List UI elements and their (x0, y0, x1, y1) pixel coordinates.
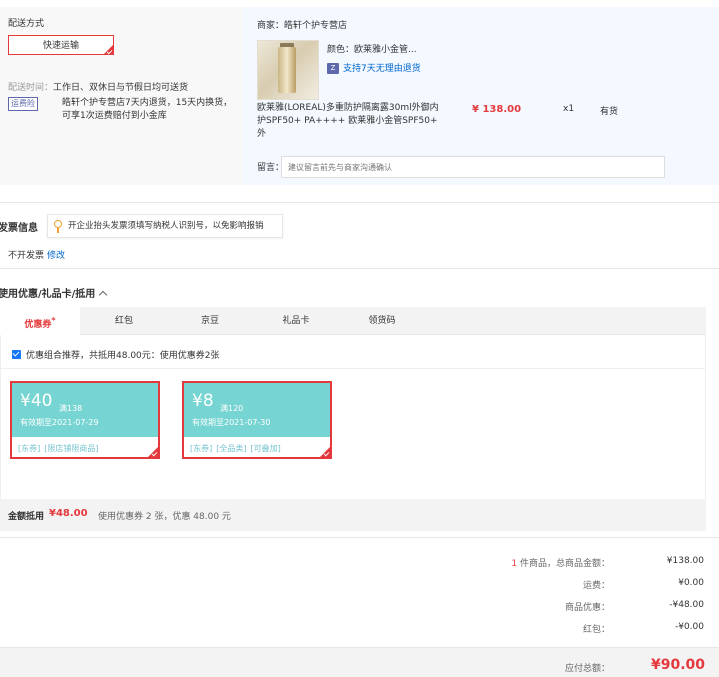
selected-check-icon (104, 45, 113, 54)
discount-amount: ¥48.00 (49, 508, 88, 519)
product-price: ¥ 138.00 (472, 104, 522, 115)
coupon-expiry: 有效期至2021-07-29 (20, 418, 99, 427)
product-discount-label: 商品优惠： (564, 603, 610, 613)
coupon-card[interactable]: ¥8 满120 有效期至2021-07-30 [东券] [全品类] [可叠加] (182, 381, 332, 459)
invoice-status: 不开发票 (8, 251, 45, 261)
selected-check-icon (148, 447, 158, 457)
coupon-card-header: ¥40 满138 有效期至2021-07-29 (12, 383, 158, 437)
freight-insurance-badge[interactable]: 运费险 (8, 97, 38, 111)
coupon-card[interactable]: ¥40 满138 有效期至2021-07-29 [东券] [限店铺限商品] (10, 381, 160, 459)
total-bar (0, 647, 719, 677)
coupon-amount: ¥8 (192, 391, 214, 411)
discount-description: 使用优惠券 2 张，优惠 48.00 元 (98, 512, 231, 522)
remark-label: 留言： (257, 163, 285, 173)
invoice-title: 发票信息 (0, 223, 38, 234)
coupon-amount: ¥40 (20, 391, 53, 411)
product-discount-value: -¥48.00 (669, 600, 704, 610)
tab-jingdou[interactable]: 京豆 (170, 307, 250, 335)
discount-label: 金额抵用 (8, 512, 45, 522)
coupon-condition: 满120 (220, 404, 244, 413)
invoice-tip-text: 开企业抬头发票须填写纳税人识别号，以免影响报销 (68, 221, 264, 231)
coupon-tag: [东券] (190, 444, 213, 453)
return-policy-text: 支持7天无理由退货 (343, 64, 421, 74)
divider (0, 368, 706, 369)
coupon-tag: [可叠加] (250, 444, 281, 453)
coupons-title: 使用优惠/礼品卡/抵用 (0, 289, 96, 300)
coupons-section-toggle[interactable]: 使用优惠/礼品卡/抵用 (0, 285, 108, 300)
express-shipping-option[interactable]: 快速运输 (8, 35, 114, 55)
coupon-tags: [东券] [限店铺限商品] (18, 443, 103, 454)
lightbulb-icon (54, 220, 62, 233)
express-shipping-label: 快速运输 (42, 41, 79, 51)
delivery-time-label: 配送时间： (8, 83, 54, 93)
product-stock: 有货 (600, 107, 619, 117)
tab-coupons[interactable]: 优惠券* (0, 307, 80, 335)
combo-recommend[interactable]: 优惠组合推荐，共抵用48.00元：使用优惠券2张 (12, 348, 220, 361)
coupon-tag: [东券] (18, 444, 41, 453)
delivery-time: 配送时间：工作日、双休日与节假日均可送货 (8, 80, 188, 93)
divider (0, 268, 719, 269)
return-policy[interactable]: Z 支持7天无理由退货 (327, 61, 421, 74)
coupon-tag: [限店铺限商品] (44, 444, 99, 453)
item-count-suffix: 件商品，总商品金额： (517, 559, 610, 569)
coupon-tags: [东券] [全品类] [可叠加] (190, 443, 285, 454)
chevron-up-icon (99, 290, 108, 300)
checkbox-checked-icon[interactable] (12, 350, 21, 359)
tab-gift-card[interactable]: 礼品卡 (256, 307, 336, 335)
tab-coupons-mark: * (51, 316, 56, 325)
delivery-time-value: 工作日、双休日与节假日均可送货 (53, 83, 189, 93)
coupon-tag: [全品类] (216, 444, 247, 453)
total-label: 应付总额： (564, 664, 610, 674)
red-packet-value: -¥0.00 (674, 622, 704, 632)
selected-check-icon (320, 447, 330, 457)
product-name[interactable]: 欧莱雅(LOREAL)多重防护隔离露30ml外御内护SPF50+ PA++++ … (257, 102, 447, 141)
product-tube (278, 47, 296, 93)
goods-total-value: ¥138.00 (666, 556, 704, 566)
product-color: 颜色：欧莱雅小金管... (327, 45, 417, 55)
return-policy-icon: Z (327, 63, 339, 74)
red-packet-label: 红包： (582, 625, 610, 635)
combo-recommend-text: 优惠组合推荐，共抵用48.00元：使用优惠券2张 (26, 351, 220, 361)
total-value: ¥90.00 (650, 657, 705, 673)
goods-total-label: 1 件商品，总商品金额： (410, 556, 610, 569)
freight-insurance-text: 皓轩个护专营店7天内退货，15天内换货，可享1次运费赔付到小金库 (62, 98, 233, 121)
tab-redeem-code[interactable]: 领货码 (342, 307, 422, 335)
shipping-title: 配送方式 (8, 19, 45, 29)
shipping-fee-label: 运费： (582, 581, 610, 591)
coupon-condition: 满138 (59, 404, 83, 413)
product-quantity: x1 (563, 104, 575, 114)
tab-coupons-label: 优惠券 (24, 320, 52, 330)
invoice-edit-link[interactable]: 修改 (47, 248, 65, 261)
coupon-expiry: 有效期至2021-07-30 (192, 418, 271, 427)
divider (0, 202, 719, 203)
remark-input[interactable] (281, 156, 665, 178)
tab-red-packet[interactable]: 红包 (84, 307, 164, 335)
shipping-panel (0, 7, 242, 185)
invoice-tip: 开企业抬头发票须填写纳税人识别号，以免影响报销 (47, 214, 283, 238)
divider (0, 537, 719, 538)
product-image[interactable] (257, 40, 319, 100)
coupon-card-header: ¥8 满120 有效期至2021-07-30 (184, 383, 330, 437)
shipping-fee-value: ¥0.00 (678, 578, 704, 588)
shop-name: 商家：皓轩个护专营店 (257, 21, 348, 31)
